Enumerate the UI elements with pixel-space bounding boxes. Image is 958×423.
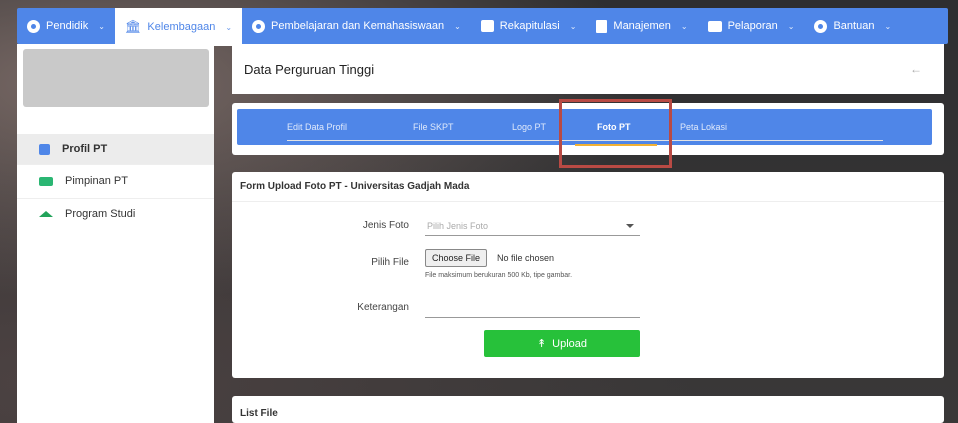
nav-label: Pendidik bbox=[46, 20, 89, 32]
bank-icon: 🏛 bbox=[124, 19, 142, 34]
chevron-down-icon: ⌄ bbox=[569, 21, 577, 31]
nav-item-kelembagaan[interactable]: 🏛 Kelembagaan ⌄ bbox=[114, 8, 243, 46]
user-circle-icon bbox=[814, 19, 828, 33]
top-navigation: Pendidik ⌄ 🏛 Kelembagaan ⌄ Pembelajaran … bbox=[17, 8, 948, 46]
nav-item-pelaporan[interactable]: Pelaporan ⌄ bbox=[698, 8, 805, 44]
nav-label: Kelembagaan bbox=[147, 21, 216, 33]
chevron-down-icon: ⌄ bbox=[680, 21, 688, 31]
contacts-icon bbox=[39, 176, 53, 186]
list-file-card: List File bbox=[232, 396, 944, 423]
page-header: Data Perguruan Tinggi ← bbox=[232, 44, 944, 94]
chevron-down-icon: ⌄ bbox=[884, 21, 892, 31]
upload-label: Upload bbox=[552, 337, 588, 350]
nav-label: Bantuan bbox=[833, 20, 875, 32]
page-title: Data Perguruan Tinggi bbox=[244, 61, 375, 77]
nav-item-bantuan[interactable]: Bantuan ⌄ bbox=[804, 8, 901, 44]
sidebar-item-label: Program Studi bbox=[65, 208, 136, 220]
select-placeholder: Pilih Jenis Foto bbox=[427, 220, 489, 231]
chevron-down-icon: ⌄ bbox=[454, 21, 461, 31]
pilih-file-label: Pilih File bbox=[371, 257, 409, 268]
chevron-down-icon: ⌄ bbox=[98, 21, 105, 31]
chevron-down-icon: ⌄ bbox=[787, 21, 795, 31]
chart-icon bbox=[480, 20, 494, 32]
sidebar-item-pimpinan-pt[interactable]: Pimpinan PT bbox=[17, 166, 214, 196]
sidebar-item-profil-pt[interactable]: Profil PT bbox=[17, 134, 214, 164]
institution-banner bbox=[23, 49, 209, 107]
upload-form-card: Form Upload Foto PT - Universitas Gadjah… bbox=[232, 172, 944, 378]
nav-item-rekapitulasi[interactable]: Rekapitulasi ⌄ bbox=[471, 8, 587, 44]
nav-label: Rekapitulasi bbox=[499, 20, 560, 32]
annotation-highlight-box bbox=[559, 99, 672, 168]
file-hint: File maksimum berukuran 500 Kb, tipe gam… bbox=[425, 272, 573, 279]
nav-label: Manajemen bbox=[613, 20, 671, 32]
chevron-down-icon: ⌄ bbox=[225, 22, 233, 32]
jenis-foto-select[interactable]: Pilih Jenis Foto bbox=[425, 216, 640, 236]
upload-button[interactable]: ↟ Upload bbox=[484, 330, 640, 357]
nav-item-pendidik[interactable]: Pendidik ⌄ bbox=[17, 8, 115, 44]
nav-label: Pelaporan bbox=[727, 20, 778, 32]
keterangan-label: Keterangan bbox=[357, 302, 409, 313]
nav-item-manajemen[interactable]: Manajemen ⌄ bbox=[586, 8, 697, 44]
divider bbox=[17, 164, 214, 165]
choose-file-button[interactable]: Choose File bbox=[425, 249, 488, 267]
folder-icon bbox=[707, 20, 722, 32]
back-arrow-icon[interactable]: ← bbox=[910, 62, 922, 76]
list-title: List File bbox=[240, 408, 278, 419]
sidebar: Profil PT Pimpinan PT Program Studi bbox=[17, 44, 214, 423]
sidebar-item-program-studi[interactable]: Program Studi bbox=[17, 199, 214, 229]
keterangan-input[interactable] bbox=[425, 298, 640, 318]
file-status: No file chosen bbox=[497, 253, 555, 263]
form-title: Form Upload Foto PT - Universitas Gadjah… bbox=[232, 172, 944, 202]
user-circle-icon bbox=[252, 19, 266, 33]
nav-label: Pembelajaran dan Kemahasiswaan bbox=[271, 20, 445, 32]
caret-down-icon bbox=[626, 224, 634, 228]
sidebar-item-label: Profil PT bbox=[62, 143, 108, 155]
jenis-foto-label: Jenis Foto bbox=[362, 220, 409, 231]
nav-item-pembelajaran[interactable]: Pembelajaran dan Kemahasiswaan ⌄ bbox=[242, 8, 471, 44]
id-card-icon bbox=[39, 143, 50, 155]
upload-icon: ↟ bbox=[536, 338, 547, 350]
sidebar-item-label: Pimpinan PT bbox=[65, 175, 128, 187]
document-icon bbox=[596, 19, 608, 33]
user-circle-icon bbox=[27, 19, 40, 33]
graduation-cap-icon bbox=[39, 211, 53, 217]
